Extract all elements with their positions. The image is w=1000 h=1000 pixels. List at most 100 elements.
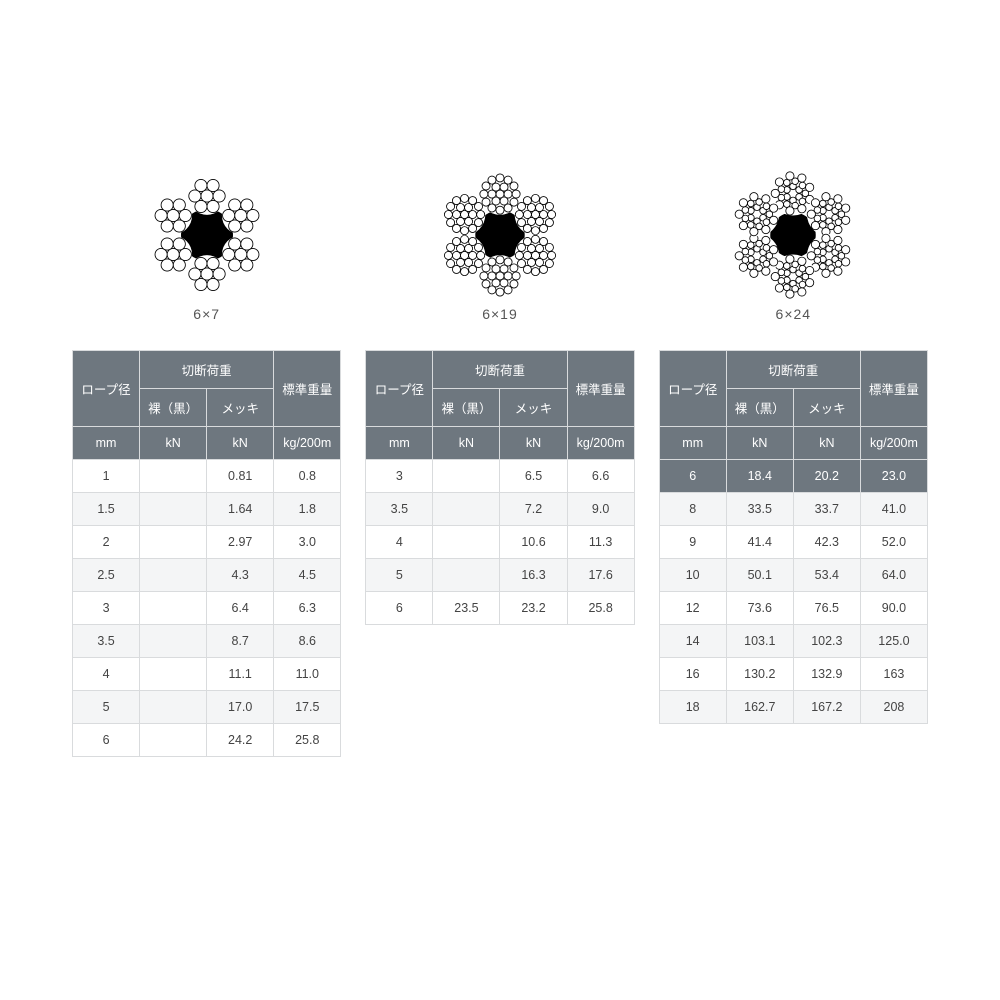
table-row: 2.54.34.5	[73, 559, 341, 592]
unit-mm: mm	[659, 427, 726, 460]
table-row: 411.111.0	[73, 658, 341, 691]
cell: 1.8	[274, 493, 341, 526]
cell: 2	[73, 526, 140, 559]
cell: 10.6	[500, 526, 567, 559]
cell: 12	[659, 592, 726, 625]
cell: 162.7	[726, 691, 793, 724]
cell	[140, 658, 207, 691]
cell	[140, 493, 207, 526]
cell	[140, 526, 207, 559]
cell: 125.0	[860, 625, 927, 658]
unit-kn: kN	[140, 427, 207, 460]
cell: 0.8	[274, 460, 341, 493]
cell: 90.0	[860, 592, 927, 625]
cell: 18	[659, 691, 726, 724]
cell: 10	[659, 559, 726, 592]
col-plated: メッキ	[500, 389, 567, 427]
cell: 9	[659, 526, 726, 559]
spec-column: 6×24ロープ径切断荷重標準重量裸（黒）メッキmmkNkNkg/200m618.…	[659, 170, 928, 757]
table-row: 3.5 7.29.0	[366, 493, 634, 526]
cell	[140, 559, 207, 592]
cell: 103.1	[726, 625, 793, 658]
cell: 9.0	[567, 493, 634, 526]
table-row: 1.51.641.8	[73, 493, 341, 526]
cell: 1	[73, 460, 140, 493]
table-row: 18162.7167.2208	[659, 691, 927, 724]
cell: 11.3	[567, 526, 634, 559]
cell: 0.81	[207, 460, 274, 493]
col-breaking: 切断荷重	[726, 351, 860, 389]
cell: 6.5	[500, 460, 567, 493]
cell: 3.5	[73, 625, 140, 658]
table-row: 516.317.6	[366, 559, 634, 592]
spec-table: ロープ径切断荷重標準重量裸（黒）メッキmmkNkNkg/200m36.56.63…	[365, 350, 634, 625]
cell: 4	[73, 658, 140, 691]
cell	[140, 592, 207, 625]
cell	[433, 559, 500, 592]
diagram-caption: 6×24	[776, 306, 812, 322]
cell: 6.4	[207, 592, 274, 625]
col-diameter: ロープ径	[659, 351, 726, 427]
unit-kg: kg/200m	[274, 427, 341, 460]
cell: 1.64	[207, 493, 274, 526]
cell: 17.5	[274, 691, 341, 724]
cell: 4.5	[274, 559, 341, 592]
table-row: 1050.153.464.0	[659, 559, 927, 592]
table-row: 3.58.78.6	[73, 625, 341, 658]
cell: 2.97	[207, 526, 274, 559]
cell: 6.3	[274, 592, 341, 625]
table-row: 14103.1102.3125.0	[659, 625, 927, 658]
cell: 24.2	[207, 724, 274, 757]
table-row: 618.420.223.0	[659, 460, 927, 493]
cell	[140, 625, 207, 658]
cell: 163	[860, 658, 927, 691]
unit-kn: kN	[726, 427, 793, 460]
cell: 8	[659, 493, 726, 526]
page-content: 6×7ロープ径切断荷重標準重量裸（黒）メッキmmkNkNkg/200m10.81…	[0, 0, 1000, 757]
cell: 11.1	[207, 658, 274, 691]
unit-kn: kN	[433, 427, 500, 460]
cell	[140, 460, 207, 493]
cell: 6	[659, 460, 726, 493]
cell: 5	[73, 691, 140, 724]
cell: 18.4	[726, 460, 793, 493]
table-row: 941.442.352.0	[659, 526, 927, 559]
cell: 208	[860, 691, 927, 724]
col-plated: メッキ	[793, 389, 860, 427]
unit-mm: mm	[366, 427, 433, 460]
unit-kg: kg/200m	[860, 427, 927, 460]
wire-rope-diagram-icon	[142, 170, 272, 300]
cell: 64.0	[860, 559, 927, 592]
col-breaking: 切断荷重	[433, 351, 567, 389]
table-row: 833.533.741.0	[659, 493, 927, 526]
cell: 7.2	[500, 493, 567, 526]
cell: 14	[659, 625, 726, 658]
col-bare: 裸（黒）	[726, 389, 793, 427]
cell	[140, 691, 207, 724]
spec-table: ロープ径切断荷重標準重量裸（黒）メッキmmkNkNkg/200m10.810.8…	[72, 350, 341, 757]
cell: 3.0	[274, 526, 341, 559]
diagram-caption: 6×7	[193, 306, 220, 322]
table-row: 410.611.3	[366, 526, 634, 559]
cell: 6	[366, 592, 433, 625]
cell: 76.5	[793, 592, 860, 625]
table-row: 5 17.017.5	[73, 691, 341, 724]
cell: 17.0	[207, 691, 274, 724]
unit-kn: kN	[500, 427, 567, 460]
col-diameter: ロープ径	[366, 351, 433, 427]
cell: 33.5	[726, 493, 793, 526]
table-row: 1273.676.590.0	[659, 592, 927, 625]
cell: 16	[659, 658, 726, 691]
col-breaking: 切断荷重	[140, 351, 274, 389]
cell: 23.5	[433, 592, 500, 625]
cell: 25.8	[274, 724, 341, 757]
cell: 167.2	[793, 691, 860, 724]
table-row: 2 2.973.0	[73, 526, 341, 559]
col-weight: 標準重量	[860, 351, 927, 427]
cell: 3.5	[366, 493, 433, 526]
cell: 23.2	[500, 592, 567, 625]
unit-kg: kg/200m	[567, 427, 634, 460]
spec-column: 6×19ロープ径切断荷重標準重量裸（黒）メッキmmkNkNkg/200m36.5…	[365, 170, 634, 757]
unit-mm: mm	[73, 427, 140, 460]
col-bare: 裸（黒）	[140, 389, 207, 427]
